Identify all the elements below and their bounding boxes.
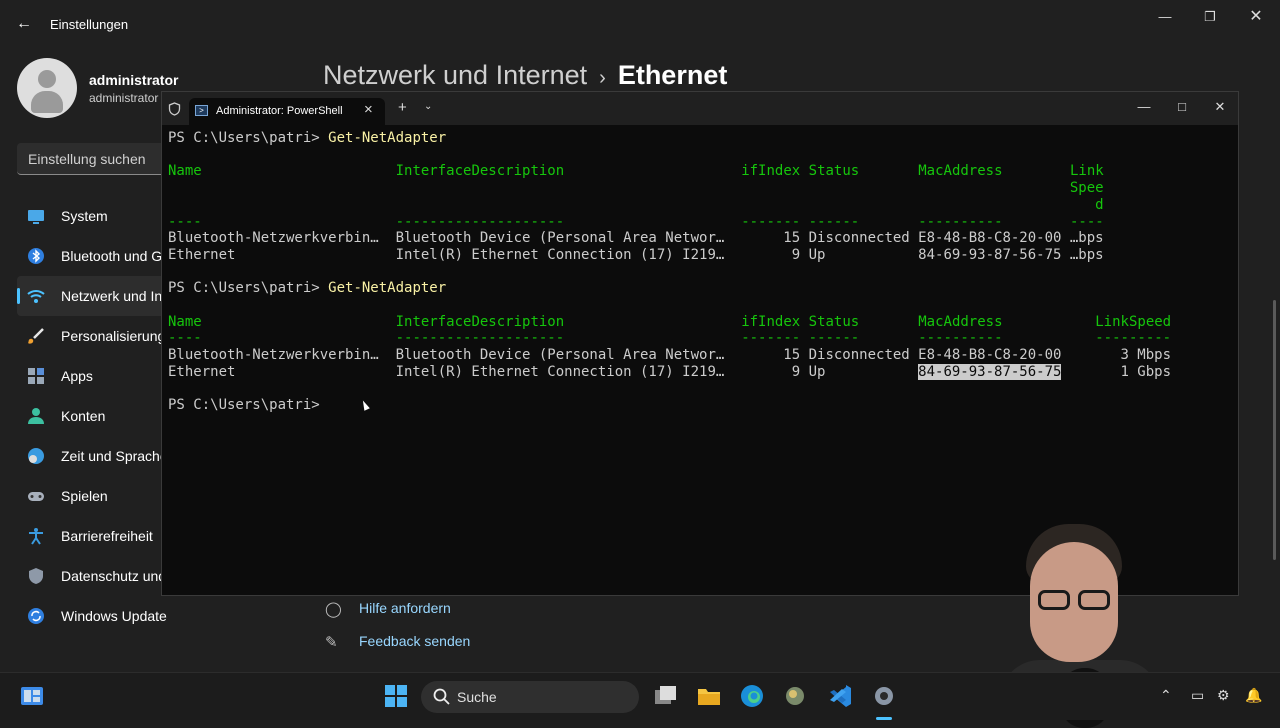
close-icon[interactable]: ✕ — [1208, 99, 1232, 115]
taskbar-search[interactable]: Suche — [421, 681, 639, 713]
minimize-icon[interactable]: — — [1150, 8, 1180, 26]
sidebar-item-label: Barrierefreiheit — [61, 528, 153, 544]
chevron-down-icon[interactable]: ⌄ — [424, 101, 432, 112]
notification-icon[interactable]: 🔔 — [1245, 687, 1262, 704]
admin-shield-icon — [168, 102, 181, 116]
sidebar-nav: System Bluetooth und G Netzwerk und In P… — [17, 196, 168, 636]
tab-title: Administrator: PowerShell — [216, 105, 343, 117]
sidebar-item-label: Datenschutz und — [61, 568, 167, 584]
task-view-icon[interactable] — [652, 682, 680, 710]
sidebar-item-time-language[interactable]: Zeit und Sprache — [17, 436, 168, 476]
new-tab-icon[interactable]: + — [398, 99, 407, 116]
start-icon[interactable] — [382, 682, 410, 710]
accessibility-icon — [29, 528, 43, 545]
sidebar-item-label: Spielen — [61, 488, 108, 504]
edge-icon[interactable] — [738, 682, 766, 710]
user-name: administrator — [89, 72, 179, 88]
wifi-icon — [27, 290, 45, 303]
monitor-icon — [28, 210, 44, 224]
restore-icon[interactable]: ❐ — [1195, 8, 1225, 26]
minimize-icon[interactable]: — — [1132, 99, 1156, 114]
sidebar-item-bluetooth[interactable]: Bluetooth und G — [17, 236, 167, 276]
feedback-link-label: Feedback senden — [359, 633, 471, 649]
display-icon[interactable]: ▭ — [1191, 687, 1204, 704]
help-link-label: Hilfe anfordern — [359, 600, 451, 616]
network-icon[interactable]: ⚙ — [1217, 687, 1230, 704]
sidebar-item-personalization[interactable]: Personalisierung — [17, 316, 167, 356]
app-icon[interactable] — [781, 682, 809, 710]
apps-icon — [28, 368, 44, 384]
breadcrumb-parent[interactable]: Netzwerk und Internet — [323, 60, 587, 90]
sidebar-item-apps[interactable]: Apps — [17, 356, 167, 396]
bluetooth-icon — [28, 248, 44, 264]
account-icon — [28, 408, 44, 424]
help-icon: ◯ — [325, 601, 342, 618]
search-icon — [433, 688, 450, 705]
search-placeholder: Einstellung suchen — [28, 151, 146, 167]
update-icon — [28, 608, 44, 624]
tab-powershell[interactable]: > Administrator: PowerShell × — [189, 98, 385, 125]
widgets-icon[interactable] — [18, 682, 46, 710]
sidebar-item-label: Apps — [61, 368, 93, 384]
settings-titlebar: ← Einstellungen — ❐ ✕ — [0, 0, 1280, 48]
terminal-titlebar: > Administrator: PowerShell × + ⌄ — □ ✕ — [162, 92, 1238, 125]
app-title: Einstellungen — [50, 17, 129, 32]
taskbar: Suche ⌃ ▭ ⚙ 🔔 — [0, 672, 1280, 720]
sidebar-item-label: Konten — [61, 408, 106, 424]
vscode-icon[interactable] — [826, 682, 854, 710]
chevron-up-icon[interactable]: ⌃ — [1160, 687, 1172, 704]
sidebar-item-system[interactable]: System — [17, 196, 167, 236]
user-subtitle: administrator — [89, 91, 159, 105]
active-indicator — [17, 288, 20, 304]
avatar[interactable] — [17, 58, 77, 118]
console-output[interactable]: PS C:\Users\patri> Get-NetAdapter Name I… — [168, 130, 1171, 414]
sidebar-item-label: Bluetooth und G — [61, 248, 163, 264]
settings-icon[interactable] — [870, 682, 898, 710]
sidebar-item-gaming[interactable]: Spielen — [17, 476, 167, 516]
sidebar-item-label: Personalisierung — [61, 328, 166, 344]
sidebar-item-label: Zeit und Sprache — [61, 448, 168, 464]
sidebar-item-accessibility[interactable]: Barrierefreiheit — [17, 516, 167, 556]
close-tab-icon[interactable]: × — [364, 101, 373, 118]
feedback-icon: ✎ — [325, 634, 338, 651]
taskbar-search-label: Suche — [457, 689, 497, 705]
back-arrow-icon[interactable]: ← — [14, 14, 34, 34]
file-explorer-icon[interactable] — [695, 682, 723, 710]
brush-icon — [28, 328, 44, 344]
powershell-icon: > — [195, 105, 208, 116]
sidebar-item-privacy[interactable]: Datenschutz und — [17, 556, 167, 596]
breadcrumb: Netzwerk und Internet › Ethernet — [323, 60, 727, 91]
sidebar-item-label: Windows Update — [61, 608, 167, 624]
sidebar-item-accounts[interactable]: Konten — [17, 396, 167, 436]
scrollbar[interactable] — [1273, 300, 1276, 560]
shield-icon — [29, 568, 43, 584]
sidebar-item-label: Netzwerk und In — [61, 288, 163, 304]
chevron-right-icon: › — [599, 67, 606, 89]
sidebar-item-windows-update[interactable]: Windows Update — [17, 596, 167, 636]
sidebar-item-label: System — [61, 208, 108, 224]
sidebar-item-network[interactable]: Netzwerk und In — [17, 276, 167, 316]
clock-globe-icon — [28, 448, 44, 464]
maximize-icon[interactable]: □ — [1170, 99, 1194, 114]
page-title: Ethernet — [617, 60, 728, 90]
close-icon[interactable]: ✕ — [1241, 8, 1271, 26]
gamepad-icon — [28, 492, 44, 501]
